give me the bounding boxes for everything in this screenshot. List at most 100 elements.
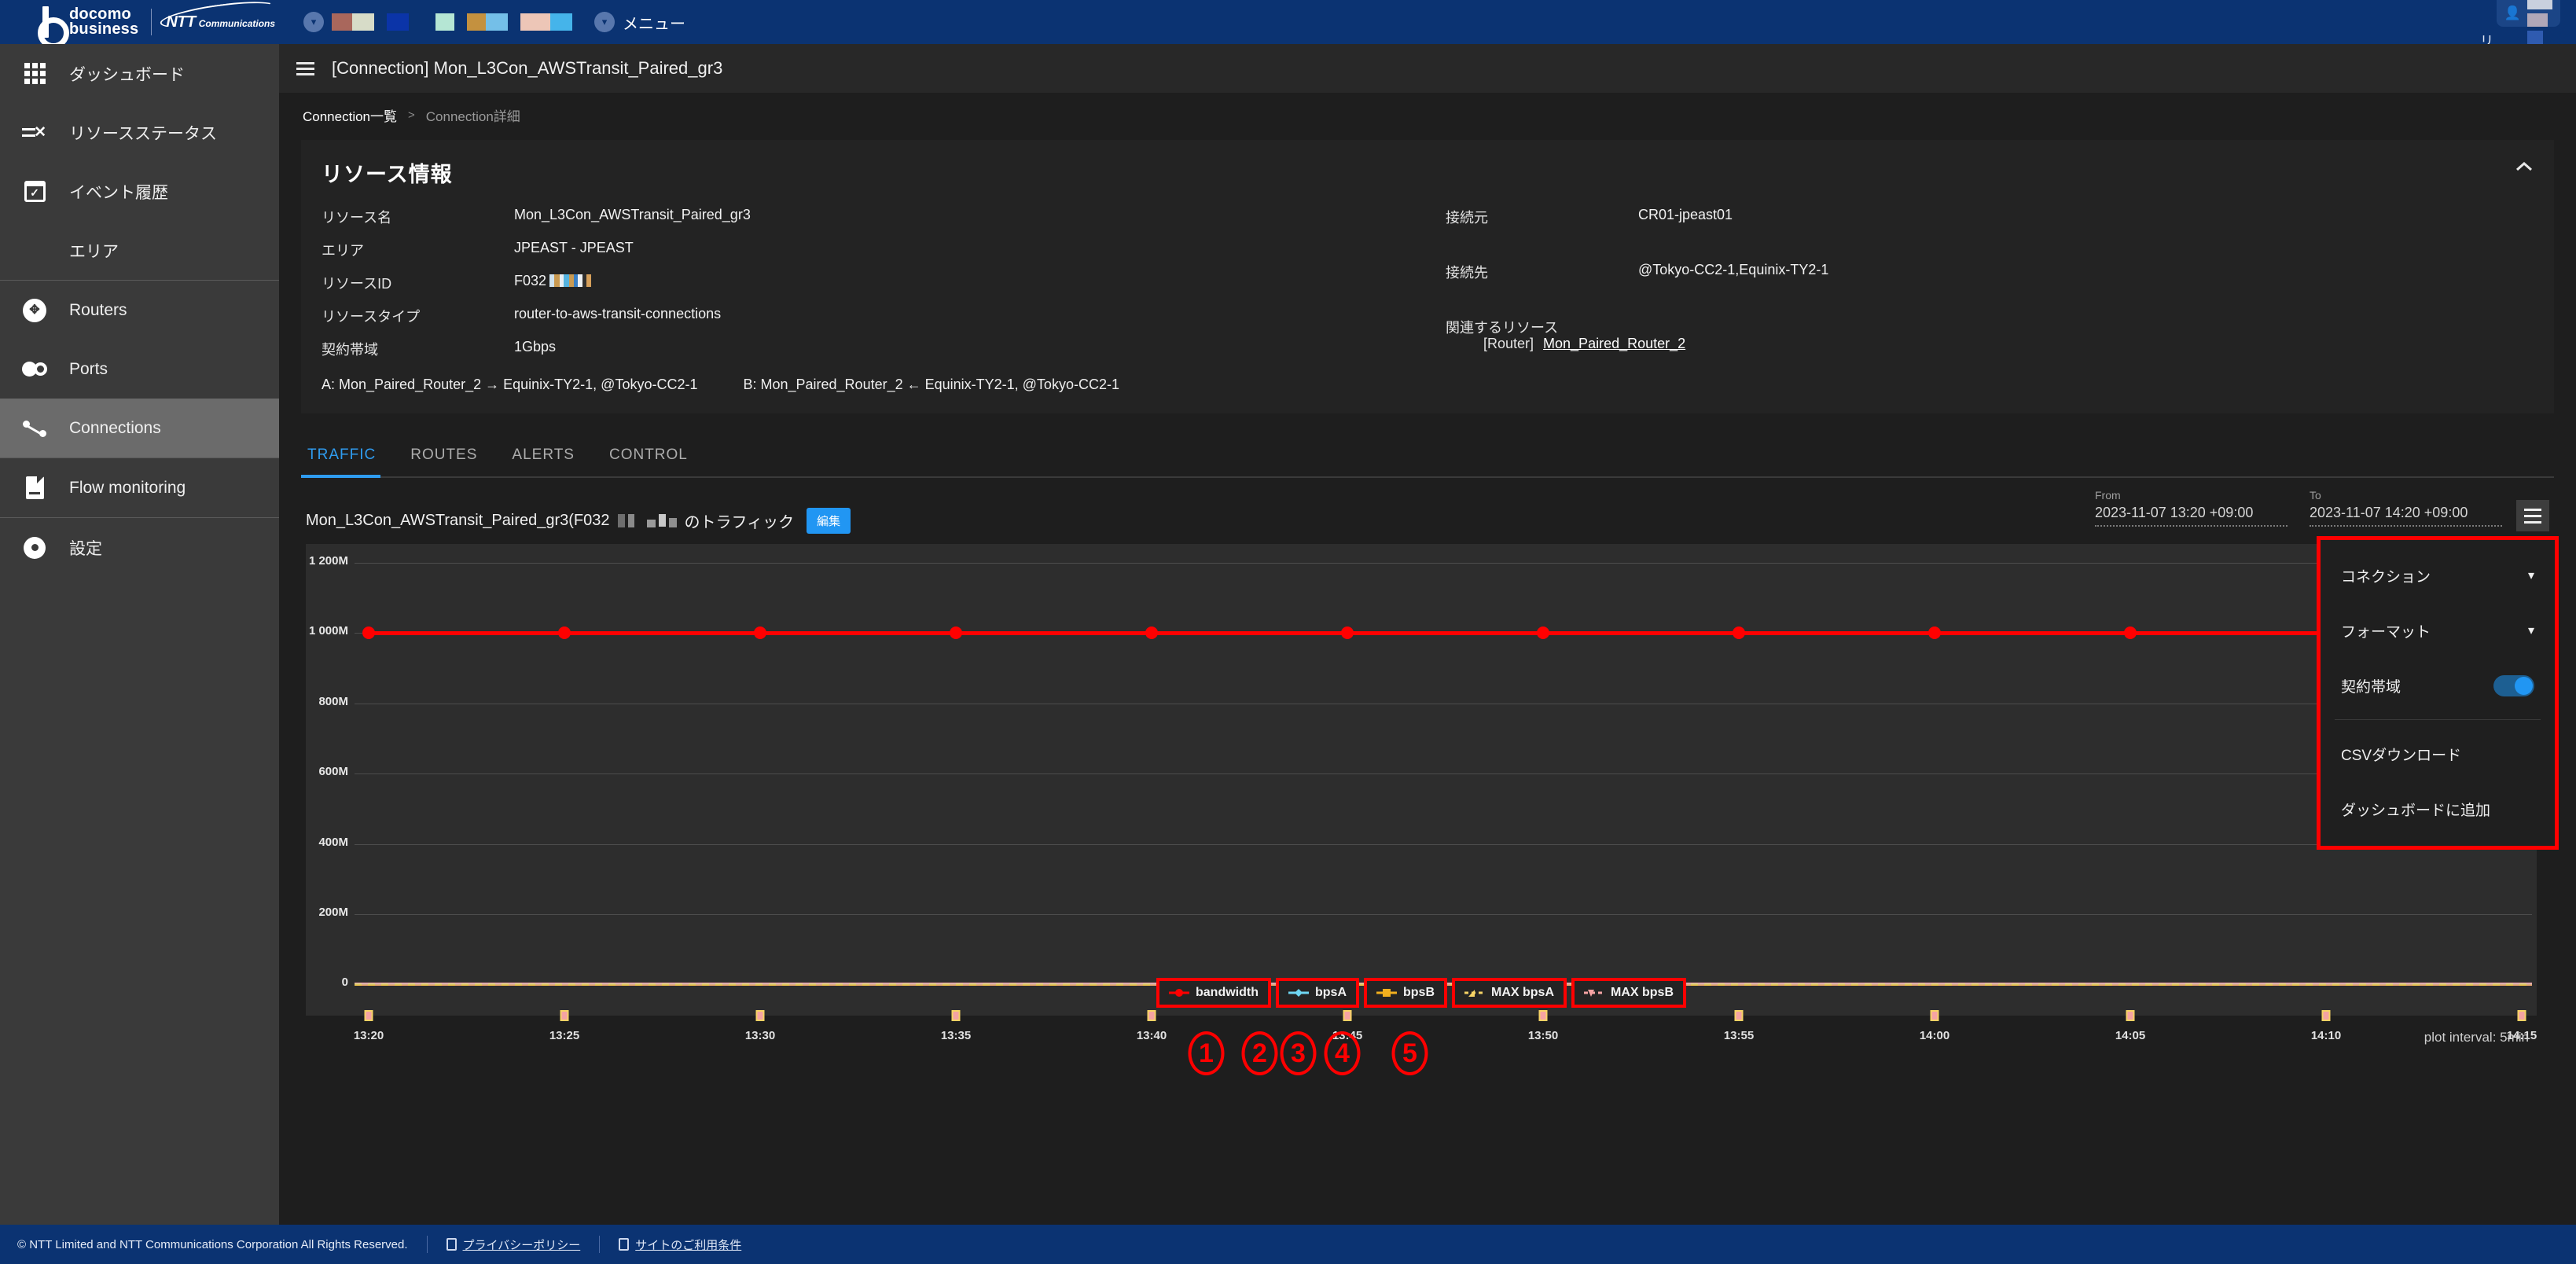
chart-legend: bandwidth bpsA bpsB MAX bpsA MAX bpsB bbox=[1156, 978, 1686, 1008]
sidebar-item-settings[interactable]: 設定 bbox=[0, 518, 279, 577]
chart-title-prefix: Mon_L3Con_AWSTransit_Paired_gr3(F032 bbox=[306, 511, 610, 529]
chevron-down-icon[interactable]: ▾ bbox=[2528, 623, 2534, 638]
popup-label-contract-bandwidth: 契約帯域 bbox=[2341, 678, 2401, 696]
data-point-bandwidth bbox=[1145, 626, 1158, 639]
path-a: A: Mon_Paired_Router_2 → Equinix-TY2-1, … bbox=[322, 377, 698, 392]
logo-divider bbox=[151, 9, 153, 35]
footer-divider-1 bbox=[426, 1236, 428, 1253]
y-tick-label: 800M bbox=[318, 695, 348, 708]
resource-status-icon: ✕ bbox=[19, 123, 50, 143]
chart-menu-button[interactable] bbox=[2516, 500, 2549, 531]
tab-traffic[interactable]: TRAFFIC bbox=[301, 437, 393, 478]
header-org-selector[interactable]: ▾ chevron-right-icon ▾ メニュー bbox=[303, 11, 685, 34]
sidebar-label-resource-status: リソースステータス bbox=[69, 124, 217, 143]
breadcrumb: Connection一覧 > Connection詳細 bbox=[279, 93, 2576, 137]
globe-icon bbox=[19, 240, 50, 262]
legend-marker-triangle-icon bbox=[1464, 988, 1485, 998]
y-axis-tick: 200M bbox=[306, 906, 2537, 919]
y-tick-label: 200M bbox=[318, 906, 348, 919]
resource-info-title: リソース情報 bbox=[322, 163, 453, 186]
sidebar-item-dashboard[interactable]: ダッシュボード bbox=[0, 44, 279, 103]
tab-alerts[interactable]: ALERTS bbox=[494, 437, 592, 476]
docomo-business-logo: docomo business bbox=[38, 6, 138, 49]
hamburger-icon[interactable] bbox=[296, 61, 314, 75]
terms-of-use-link[interactable]: サイトのご利用条件 bbox=[619, 1236, 741, 1253]
chart-header: Mon_L3Con_AWSTransit_Paired_gr3(F032 のトラ… bbox=[301, 478, 2559, 850]
y-tick-label: 400M bbox=[318, 836, 348, 849]
popup-item-connection[interactable]: コネクション ▾ bbox=[2321, 548, 2555, 603]
popup-divider bbox=[2335, 719, 2541, 720]
chevron-up-icon[interactable] bbox=[2515, 159, 2534, 177]
legend-marker-diamond-icon bbox=[1288, 988, 1309, 998]
callout-2: 2 bbox=[1241, 1031, 1278, 1075]
sidebar-nav: ダッシュボード ✕ リソースステータス ✓ イベント履歴 エリア ✥ Route… bbox=[0, 44, 279, 1225]
path-b: B: Mon_Paired_Router_2 ← Equinix-TY2-1, … bbox=[743, 377, 1119, 392]
value-connection-source: CR01-jpeast01 bbox=[1638, 207, 1733, 222]
privacy-policy-link[interactable]: プライバシーポリシー bbox=[446, 1236, 581, 1253]
privacy-policy-label: プライバシーポリシー bbox=[462, 1238, 581, 1252]
related-resource-prefix: [Router] bbox=[1483, 336, 1534, 351]
legend-item-bpsb[interactable]: bpsB bbox=[1363, 978, 1447, 1008]
chevron-down-icon[interactable]: ▾ bbox=[2528, 568, 2534, 583]
callout-5: 5 bbox=[1391, 1031, 1428, 1075]
from-field[interactable]: From 2023-11-07 13:20 +09:00 bbox=[2095, 489, 2288, 527]
data-point-bandwidth bbox=[1928, 626, 1941, 639]
popup-label-connection: コネクション bbox=[2341, 568, 2431, 586]
org-chevron-down-icon[interactable]: ▾ bbox=[303, 12, 325, 32]
user-account-pill[interactable]: 👤 bbox=[2496, 0, 2560, 96]
legend-marker-triangle-down-icon bbox=[1583, 988, 1604, 998]
sidebar-label-dashboard: ダッシュボード bbox=[69, 65, 185, 84]
menu-label[interactable]: メニュー bbox=[623, 11, 685, 34]
legend-item-max-bpsb[interactable]: MAX bpsB bbox=[1571, 978, 1686, 1008]
to-value[interactable]: 2023-11-07 14:20 +09:00 bbox=[2310, 505, 2502, 527]
sidebar-item-event-history[interactable]: ✓ イベント履歴 bbox=[0, 162, 279, 221]
y-tick-label: 0 bbox=[341, 976, 348, 989]
from-label: From bbox=[2095, 489, 2121, 502]
popup-item-add-to-dashboard[interactable]: ダッシュボードに追加 bbox=[2321, 781, 2555, 836]
popup-item-csv-download[interactable]: CSVダウンロード bbox=[2321, 726, 2555, 781]
redacted-chart-id bbox=[617, 513, 677, 527]
sidebar-label-routers: Routers bbox=[69, 300, 127, 319]
legend-label-bpsb: bpsB bbox=[1402, 986, 1435, 999]
popup-item-format[interactable]: フォーマット ▾ bbox=[2321, 603, 2555, 658]
y-axis-tick: 600M bbox=[306, 765, 2537, 778]
legend-label-max-bpsb: MAX bpsB bbox=[1610, 986, 1674, 999]
legend-item-bpsa[interactable]: bpsA bbox=[1275, 978, 1359, 1008]
value-resource-name: Mon_L3Con_AWSTransit_Paired_gr3 bbox=[514, 207, 751, 222]
legend-item-bandwidth[interactable]: bandwidth bbox=[1156, 978, 1271, 1008]
resource-info-left-column: リソース名 Mon_L3Con_AWSTransit_Paired_gr3 エリ… bbox=[322, 207, 1446, 359]
legend-item-max-bpsa[interactable]: MAX bpsA bbox=[1451, 978, 1567, 1008]
traffic-chart-plot[interactable]: 1 200M 1 000M 800M 600M 400M 200M 0 13:2… bbox=[306, 544, 2537, 1075]
sidebar-item-connections[interactable]: Connections bbox=[0, 399, 279, 457]
doc-icon bbox=[619, 1238, 630, 1251]
edit-button[interactable]: 編集 bbox=[807, 507, 851, 534]
popup-label-format: フォーマット bbox=[2341, 623, 2431, 641]
sidebar-item-routers[interactable]: ✥ Routers bbox=[0, 281, 279, 340]
popup-item-contract-bandwidth[interactable]: 契約帯域 bbox=[2321, 658, 2555, 713]
sidebar-label-area: エリア bbox=[69, 242, 119, 261]
data-point-bandwidth bbox=[754, 626, 766, 639]
sidebar-item-resource-status[interactable]: ✕ リソースステータス bbox=[0, 103, 279, 162]
page-header: [Connection] Mon_L3Con_AWSTransit_Paired… bbox=[279, 44, 2576, 93]
annotation-callouts: 1 2 3 4 5 bbox=[1188, 1031, 1428, 1075]
connections-icon bbox=[19, 418, 50, 439]
redacted-resource-id bbox=[549, 274, 592, 291]
menu-chevron-down-icon[interactable]: ▾ bbox=[594, 12, 616, 32]
sidebar-item-flow-monitoring[interactable]: Flow monitoring bbox=[0, 458, 279, 517]
legend-label-bpsa: bpsA bbox=[1314, 986, 1347, 999]
related-resource-link[interactable]: Mon_Paired_Router_2 bbox=[1543, 336, 1685, 352]
from-value[interactable]: 2023-11-07 13:20 +09:00 bbox=[2095, 505, 2288, 527]
label-resource-id: リソースID bbox=[322, 276, 392, 292]
series-line-bandwidth bbox=[369, 631, 2519, 635]
to-field[interactable]: To 2023-11-07 14:20 +09:00 bbox=[2310, 489, 2502, 527]
redacted-org-name-5 bbox=[520, 13, 573, 31]
tab-routes[interactable]: ROUTES bbox=[393, 437, 494, 476]
sidebar-label-connections: Connections bbox=[69, 418, 161, 437]
sidebar-item-ports[interactable]: Ports bbox=[0, 340, 279, 399]
brand-logos: docomo business NTT Communications bbox=[38, 0, 279, 49]
tab-control[interactable]: CONTROL bbox=[592, 437, 705, 476]
sidebar-item-area[interactable]: エリア bbox=[0, 221, 279, 280]
breadcrumb-connection-list[interactable]: Connection一覧 bbox=[303, 105, 397, 125]
contract-bandwidth-toggle[interactable] bbox=[2493, 674, 2534, 696]
page-title: [Connection] Mon_L3Con_AWSTransit_Paired… bbox=[332, 58, 723, 78]
